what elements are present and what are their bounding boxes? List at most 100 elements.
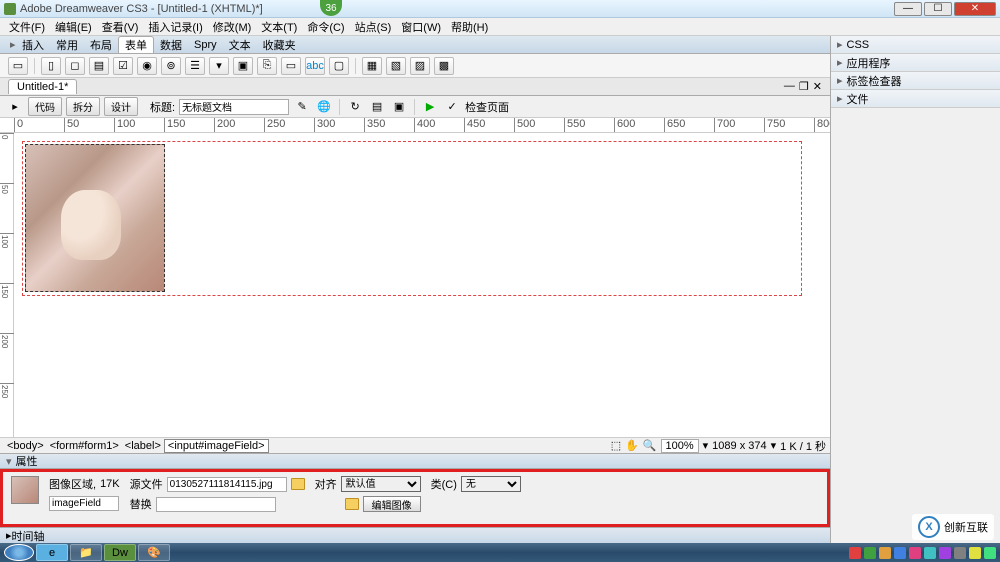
tray-icon[interactable]: [879, 547, 891, 559]
design-view-button[interactable]: 设计: [104, 97, 138, 116]
src-input[interactable]: [167, 477, 287, 492]
menu-edit[interactable]: 编辑(E): [50, 19, 97, 35]
insert-arrow-icon[interactable]: ▸: [4, 38, 16, 51]
window-size[interactable]: 1089 x 374: [712, 440, 766, 452]
tray-icon[interactable]: [909, 547, 921, 559]
spry-select-icon[interactable]: ▩: [434, 57, 454, 75]
textfield-icon[interactable]: ▯: [41, 57, 61, 75]
download-info: 1 K / 1 秒: [780, 438, 826, 454]
document-tab[interactable]: Untitled-1*: [8, 79, 77, 94]
jumpmenu-icon[interactable]: ▾: [209, 57, 229, 75]
insert-tab-favorites[interactable]: 收藏夹: [257, 37, 302, 53]
checkbox-icon[interactable]: ☑: [113, 57, 133, 75]
imagefield-icon[interactable]: ▣: [233, 57, 253, 75]
page-title-input[interactable]: [179, 99, 289, 115]
align-select[interactable]: 默认值: [341, 476, 421, 492]
tag-form[interactable]: <form#form1>: [47, 440, 122, 452]
view-expand-icon[interactable]: ▸: [6, 98, 24, 116]
refresh-icon[interactable]: ↻: [346, 98, 364, 116]
filefield-icon[interactable]: ⎘: [257, 57, 277, 75]
label-icon[interactable]: abc: [305, 57, 325, 75]
src-label: 源文件: [130, 476, 163, 492]
panel-files[interactable]: ▸文件: [831, 90, 1000, 108]
check-icon[interactable]: ✓: [443, 98, 461, 116]
spry-validate-icon[interactable]: ▦: [362, 57, 382, 75]
doc-minimize-button[interactable]: —: [784, 80, 795, 93]
split-view-button[interactable]: 拆分: [66, 97, 100, 116]
menu-help[interactable]: 帮助(H): [446, 19, 493, 35]
tray-icon[interactable]: [924, 547, 936, 559]
close-button[interactable]: ✕: [954, 2, 996, 16]
browse-folder-icon[interactable]: [291, 478, 305, 490]
menu-site[interactable]: 站点(S): [350, 19, 397, 35]
alt-input[interactable]: [156, 497, 276, 512]
hidden-icon[interactable]: ◻: [65, 57, 85, 75]
taskbar-explorer-icon[interactable]: 📁: [70, 544, 102, 561]
radiogroup-icon[interactable]: ⊚: [161, 57, 181, 75]
edit-image-button[interactable]: 编辑图像: [363, 496, 421, 512]
validate-icon[interactable]: ✎: [293, 98, 311, 116]
preview-icon[interactable]: ▣: [390, 98, 408, 116]
menu-commands[interactable]: 命令(C): [302, 19, 349, 35]
menu-file[interactable]: 文件(F): [4, 19, 50, 35]
maximize-button[interactable]: ☐: [924, 2, 952, 16]
insert-tab-data[interactable]: 数据: [154, 37, 188, 53]
menu-insert[interactable]: 插入记录(I): [143, 19, 207, 35]
select-tool-icon[interactable]: ⬚: [611, 439, 621, 452]
tray-icon[interactable]: [969, 547, 981, 559]
design-canvas[interactable]: [14, 133, 830, 437]
zoom-level[interactable]: 100%: [661, 439, 699, 453]
hand-tool-icon[interactable]: ✋: [625, 439, 639, 452]
radio-icon[interactable]: ◉: [137, 57, 157, 75]
doc-restore-button[interactable]: ❐: [799, 80, 809, 93]
menu-modify[interactable]: 修改(M): [208, 19, 257, 35]
insert-tab-text[interactable]: 文本: [223, 37, 257, 53]
form-icon[interactable]: ▭: [8, 57, 28, 75]
panel-application[interactable]: ▸应用程序: [831, 54, 1000, 72]
tray-icon[interactable]: [864, 547, 876, 559]
form-element[interactable]: [22, 141, 802, 296]
tray-icon[interactable]: [849, 547, 861, 559]
zoom-tool-icon[interactable]: 🔍: [643, 439, 657, 452]
tag-label[interactable]: <label>: [122, 440, 164, 452]
tag-input[interactable]: <input#imageField>: [164, 439, 269, 453]
menu-window[interactable]: 窗口(W): [396, 19, 446, 35]
insert-tab-spry[interactable]: Spry: [188, 39, 223, 51]
textarea-icon[interactable]: ▤: [89, 57, 109, 75]
insert-tab-layout[interactable]: 布局: [84, 37, 118, 53]
tray-icon[interactable]: [939, 547, 951, 559]
fieldset-icon[interactable]: ▢: [329, 57, 349, 75]
minimize-button[interactable]: —: [894, 2, 922, 16]
tray-icon[interactable]: [894, 547, 906, 559]
button-icon[interactable]: ▭: [281, 57, 301, 75]
name-input[interactable]: [49, 496, 119, 511]
debug-icon[interactable]: ▶: [421, 98, 439, 116]
taskbar-dreamweaver-icon[interactable]: Dw: [104, 544, 136, 561]
timeline-header[interactable]: ▸ 时间轴: [0, 527, 830, 543]
tray-icon[interactable]: [954, 547, 966, 559]
insert-tab-forms[interactable]: 表单: [118, 36, 154, 53]
menu-text[interactable]: 文本(T): [256, 19, 302, 35]
taskbar-ie-icon[interactable]: e: [36, 544, 68, 561]
tag-body[interactable]: <body>: [4, 440, 47, 452]
tray-icon[interactable]: [984, 547, 996, 559]
collapse-arrow-icon[interactable]: ▾: [6, 455, 12, 468]
properties-header[interactable]: ▾ 属性: [0, 453, 830, 469]
spry-textarea-icon[interactable]: ▧: [386, 57, 406, 75]
taskbar-paint-icon[interactable]: 🎨: [138, 544, 170, 561]
image-field[interactable]: [25, 144, 165, 292]
panel-css[interactable]: ▸CSS: [831, 36, 1000, 54]
check-page-label[interactable]: 检查页面: [465, 99, 509, 115]
class-select[interactable]: 无: [461, 476, 521, 492]
menu-view[interactable]: 查看(V): [97, 19, 144, 35]
list-icon[interactable]: ☰: [185, 57, 205, 75]
code-view-button[interactable]: 代码: [28, 97, 62, 116]
globe-icon[interactable]: 🌐: [315, 98, 333, 116]
doc-close-button[interactable]: ✕: [813, 80, 822, 93]
spry-checkbox-icon[interactable]: ▨: [410, 57, 430, 75]
insert-tab-common[interactable]: 常用: [50, 37, 84, 53]
browse-icon[interactable]: [345, 498, 359, 510]
start-button[interactable]: [4, 544, 34, 561]
panel-tag-inspector[interactable]: ▸标签检查器: [831, 72, 1000, 90]
file-mgmt-icon[interactable]: ▤: [368, 98, 386, 116]
